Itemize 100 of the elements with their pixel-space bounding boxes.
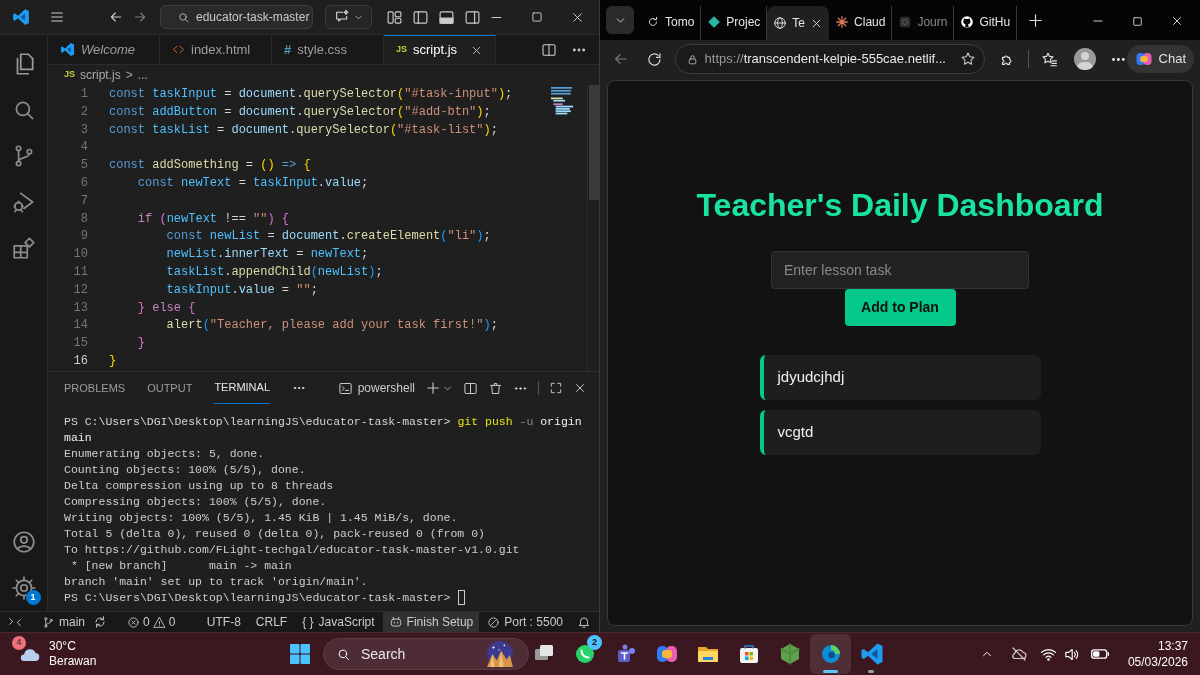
code-line: if (newText !== "") { bbox=[136, 210, 290, 228]
code-line: taskList.appendChild(newList); bbox=[165, 263, 383, 281]
code-line: } bbox=[136, 335, 145, 353]
settings-icon[interactable] bbox=[10, 575, 37, 601]
split-terminal-icon[interactable] bbox=[463, 380, 478, 396]
problems-status[interactable]: 0 0 bbox=[127, 613, 176, 631]
terminal-line: To https://github.com/FLight-techgal/educator-task-master-v1.0.git bbox=[64, 542, 521, 558]
breadcrumb-separator: > bbox=[125, 67, 133, 84]
code-line: } bbox=[109, 352, 117, 370]
no-entry-icon bbox=[487, 615, 501, 629]
split-editor-icon[interactable] bbox=[541, 41, 557, 58]
code-line: const newList = document.createElement("li"); bbox=[165, 228, 491, 246]
taskbar-app-button[interactable]: 2 bbox=[564, 634, 605, 674]
terminal-line: PS C:\Users\DGI\Desktop\learningJS\educator-task-master> git push -u origin main bbox=[64, 414, 583, 446]
address-bar[interactable]: https://transcendent-kelpie-555cae.netlif... bbox=[674, 44, 986, 74]
line-number: 12 bbox=[72, 281, 88, 299]
code-line: } else { bbox=[136, 299, 196, 317]
panel-tab[interactable]: OUTPUT bbox=[147, 372, 193, 404]
editor-logo-icon bbox=[12, 8, 30, 26]
cat-silhouette-icon bbox=[960, 15, 975, 29]
clock[interactable]: 13:37 05/03/2026 bbox=[1127, 638, 1200, 670]
notification-badge: 2 bbox=[587, 635, 602, 650]
globe-icon bbox=[773, 16, 788, 30]
close-icon[interactable] bbox=[573, 381, 587, 395]
line-number: 14 bbox=[72, 317, 88, 335]
code-line: taskInput.value = ""; bbox=[165, 281, 318, 299]
bell-icon[interactable] bbox=[577, 615, 591, 629]
editor-tab[interactable]: Welcome bbox=[48, 35, 160, 64]
refresh-icon[interactable] bbox=[645, 50, 663, 68]
running-indicator bbox=[868, 670, 874, 673]
new-tab-icon[interactable] bbox=[1027, 12, 1045, 29]
trash-icon[interactable] bbox=[488, 380, 503, 396]
port-status[interactable]: Port : 5500 bbox=[487, 613, 563, 631]
back-arrow-icon[interactable] bbox=[108, 9, 124, 25]
terminal-line: Total 5 (delta 0), reused 0 (delta 0), pack-reused 0 (from 0) bbox=[64, 526, 486, 542]
task-input-field[interactable]: Enter lesson task bbox=[771, 251, 1029, 289]
encoding-status[interactable]: UTF-8 bbox=[206, 613, 241, 631]
breadcrumb-item[interactable]: script.js bbox=[80, 66, 121, 84]
code-editor-icon bbox=[859, 642, 884, 666]
code-line: const addButton = document.querySelector("#add-btn"); bbox=[109, 103, 491, 121]
editor-tab[interactable]: JS script.js bbox=[384, 35, 496, 64]
favorites-icon[interactable] bbox=[1041, 50, 1058, 68]
terminal-line: Compressing objects: 100% (5/5), done. bbox=[64, 494, 328, 510]
weather-condition-text: Berawan bbox=[49, 654, 97, 669]
sync-icon[interactable] bbox=[93, 615, 107, 629]
windows-logo-icon[interactable] bbox=[288, 642, 312, 666]
editor-tab[interactable]: index.html bbox=[160, 35, 272, 64]
panel-tab[interactable]: TERMINAL bbox=[214, 372, 270, 404]
command-search-field[interactable]: educator-task-master bbox=[160, 5, 313, 29]
notification-badge: 1 bbox=[25, 590, 41, 605]
maximize-panel-icon[interactable] bbox=[549, 381, 563, 395]
code-brackets-icon bbox=[172, 43, 185, 56]
diamond-icon bbox=[707, 15, 722, 29]
profile-avatar[interactable] bbox=[1073, 48, 1096, 70]
code-line: alert("Teacher, please add your task first!"); bbox=[165, 317, 498, 335]
language-status[interactable]: { } JavaScript bbox=[302, 613, 375, 631]
burst-icon bbox=[835, 15, 850, 29]
line-number: 16 bbox=[72, 352, 88, 370]
forward-arrow-icon[interactable] bbox=[132, 9, 148, 25]
line-ending-status[interactable]: CRLF bbox=[255, 613, 288, 631]
finish-setup-button[interactable]: Finish Setup bbox=[382, 612, 480, 632]
terminal-line: Delta compression using up to 8 threads bbox=[64, 478, 335, 494]
search-icon bbox=[177, 10, 190, 24]
menu-icon[interactable] bbox=[49, 9, 65, 25]
chat-menu-button[interactable] bbox=[325, 5, 372, 29]
maximize-icon[interactable] bbox=[1131, 14, 1144, 28]
plus-icon[interactable] bbox=[425, 380, 441, 396]
add-to-plan-button[interactable]: Add to Plan bbox=[844, 289, 956, 326]
terminal-line: Writing objects: 100% (5/5), 1.45 KiB | 1.45 MiB/s, done. bbox=[64, 510, 459, 526]
terminal-line: branch 'main' set up to track 'origin/main'. bbox=[64, 574, 369, 590]
remote-icon[interactable] bbox=[8, 615, 22, 629]
sidebar-toggle-icon[interactable] bbox=[412, 8, 429, 26]
terminal-selector[interactable]: powershell bbox=[337, 379, 415, 397]
taskbar-search-field[interactable]: Search bbox=[323, 638, 529, 670]
secondary-sidebar-toggle-icon[interactable] bbox=[464, 8, 481, 26]
taskbar-app-button[interactable] bbox=[810, 634, 851, 674]
task-item: vcgtd bbox=[759, 410, 1041, 455]
address-text: https://transcendent-kelpie-555cae.netlif... bbox=[704, 50, 946, 69]
branch-status[interactable]: main bbox=[42, 613, 85, 631]
editor-logo-icon bbox=[60, 42, 75, 57]
cloud-off-icon[interactable] bbox=[1009, 645, 1028, 663]
account-icon[interactable] bbox=[10, 529, 37, 555]
extensions-icon[interactable] bbox=[10, 235, 37, 261]
panel-tab[interactable]: PROBLEMS bbox=[64, 372, 126, 404]
breadcrumb-item[interactable]: ... bbox=[137, 66, 148, 84]
browser-tab[interactable]: Te bbox=[767, 6, 830, 40]
maximize-icon[interactable] bbox=[530, 10, 544, 24]
line-number: 15 bbox=[72, 335, 88, 353]
close-icon[interactable] bbox=[1170, 14, 1184, 28]
scrollbar-thumb[interactable] bbox=[589, 85, 599, 200]
line-number: 8 bbox=[79, 210, 88, 228]
layout-icon[interactable] bbox=[386, 8, 403, 26]
line-number: 4 bbox=[79, 139, 88, 157]
panel-toggle-icon[interactable] bbox=[438, 8, 455, 26]
star-icon[interactable] bbox=[960, 51, 977, 67]
line-number: 6 bbox=[79, 175, 88, 192]
line-number: 7 bbox=[79, 192, 88, 210]
chat-button[interactable]: Chat bbox=[1126, 45, 1194, 73]
terminal-line: Enumerating objects: 5, done. bbox=[64, 446, 266, 462]
file-type-label: JS bbox=[396, 43, 407, 57]
